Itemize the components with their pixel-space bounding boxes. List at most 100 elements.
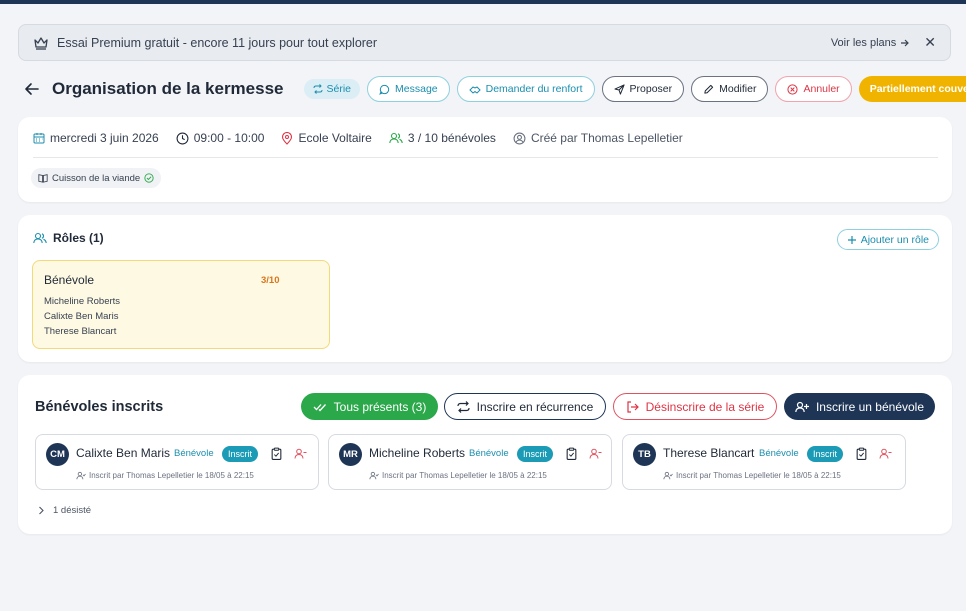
logout-icon xyxy=(627,400,639,413)
send-icon xyxy=(613,83,625,95)
volunteer-meta: Inscrit par Thomas Lepelletier le 18/05 … xyxy=(76,471,254,480)
task-chip[interactable]: Cuisson de la viande xyxy=(31,168,162,188)
task-chip-label: Cuisson de la viande xyxy=(52,172,141,184)
check-circle-icon xyxy=(144,173,154,183)
avatar: CM xyxy=(46,443,69,466)
registered-volunteers-card: Bénévoles inscrits Tous présents (3) Ins… xyxy=(18,375,952,534)
calendar-icon xyxy=(33,133,45,144)
role-member: Calixte Ben Maris xyxy=(44,311,119,322)
request-reinforcement-button[interactable]: Demander du renfort xyxy=(456,76,595,102)
cancel-label: Annuler xyxy=(803,83,840,95)
banner-close-button[interactable]: ✕ xyxy=(924,34,936,51)
info-divider xyxy=(33,157,938,158)
roles-heading: Rôles (1) xyxy=(33,231,104,245)
add-role-label: Ajouter un rôle xyxy=(860,233,929,246)
role-card-benevole[interactable]: Bénévole 3/10 Micheline Roberts Calixte … xyxy=(32,260,330,349)
chevron-right-icon xyxy=(39,506,44,515)
avatar: TB xyxy=(633,443,656,466)
propose-label: Proposer xyxy=(629,83,673,95)
unregister-series-label: Désinscrire de la série xyxy=(645,399,765,414)
volunteer-role: Bénévole xyxy=(759,448,799,459)
remove-user-icon[interactable] xyxy=(294,447,307,460)
volunteer-meta-text: Inscrit par Thomas Lepelletier le 18/05 … xyxy=(89,471,254,480)
propose-button[interactable]: Proposer xyxy=(601,76,685,102)
add-role-button[interactable]: Ajouter un rôle xyxy=(836,229,939,250)
users-icon xyxy=(389,132,403,144)
volunteer-meta-text: Inscrit par Thomas Lepelletier le 18/05 … xyxy=(382,471,547,480)
message-button[interactable]: Message xyxy=(367,76,450,102)
register-volunteer-button[interactable]: Inscrire un bénévole xyxy=(784,393,935,420)
role-count: 3/10 xyxy=(261,275,280,286)
status-badge: Inscrit xyxy=(807,446,844,462)
remove-user-icon[interactable] xyxy=(589,447,602,460)
volunteer-meta-text: Inscrit par Thomas Lepelletier le 18/05 … xyxy=(676,471,841,480)
unregister-series-button[interactable]: Désinscrire de la série xyxy=(613,393,777,420)
cancel-button[interactable]: Annuler xyxy=(775,76,852,102)
handshake-icon xyxy=(468,85,481,94)
clipboard-icon[interactable] xyxy=(565,447,578,460)
chat-bubble-icon xyxy=(379,84,390,95)
page-title: Organisation de la kermesse xyxy=(52,79,284,98)
double-check-icon xyxy=(313,403,326,411)
volunteer-name: Micheline Roberts xyxy=(369,446,466,460)
role-member: Micheline Roberts xyxy=(44,296,121,307)
event-location: Ecole Voltaire xyxy=(281,131,372,145)
map-pin-icon xyxy=(282,131,293,145)
reinforcement-label: Demander du renfort xyxy=(485,83,583,95)
user-check-icon xyxy=(663,471,673,480)
register-recurrence-label: Inscrire en récurrence xyxy=(476,399,594,414)
plus-icon xyxy=(847,235,856,244)
crown-icon xyxy=(34,36,48,50)
user-circle-icon xyxy=(513,132,526,144)
event-date-text: mercredi 3 juin 2026 xyxy=(50,131,159,145)
view-plans-label: Voir les plans xyxy=(830,36,897,49)
volunteer-meta: Inscrit par Thomas Lepelletier le 18/05 … xyxy=(369,471,547,480)
event-creator: Créé par Thomas Lepelletier xyxy=(513,131,683,145)
registered-volunteers-title: Bénévoles inscrits xyxy=(35,399,164,415)
role-member: Therese Blancart xyxy=(44,326,117,337)
top-accent-bar xyxy=(0,0,966,4)
clipboard-icon[interactable] xyxy=(855,447,868,460)
event-date: mercredi 3 juin 2026 xyxy=(33,131,159,145)
avatar: MR xyxy=(339,443,362,466)
event-volunteer-count-text: 3 / 10 bénévoles xyxy=(407,131,496,145)
user-plus-icon xyxy=(795,401,809,412)
coverage-status-badge: Partiellement couvert xyxy=(858,76,966,102)
status-badge: Inscrit xyxy=(517,446,554,462)
all-present-button[interactable]: Tous présents (3) xyxy=(301,393,438,420)
register-volunteer-label: Inscrire un bénévole xyxy=(815,399,925,414)
withdrawn-toggle[interactable]: 1 désisté xyxy=(38,505,91,516)
register-recurrence-button[interactable]: Inscrire en récurrence xyxy=(444,393,606,420)
volunteer-name: Therese Blancart xyxy=(663,446,755,460)
banner-text: Essai Premium gratuit - encore 11 jours … xyxy=(57,35,378,50)
event-creator-text: Créé par Thomas Lepelletier xyxy=(530,131,683,145)
arrow-right-icon xyxy=(901,39,910,46)
clock-icon xyxy=(176,132,189,144)
book-icon xyxy=(38,174,48,183)
arrow-left-icon xyxy=(25,83,39,95)
view-plans-link[interactable]: Voir les plans xyxy=(831,37,910,49)
clipboard-icon[interactable] xyxy=(270,447,283,460)
volunteer-name: Calixte Ben Maris xyxy=(76,446,171,460)
edit-button[interactable]: Modifier xyxy=(691,76,769,102)
cancel-circle-icon xyxy=(787,83,799,95)
repeat-icon xyxy=(313,84,322,94)
premium-trial-banner: Essai Premium gratuit - encore 11 jours … xyxy=(18,24,951,61)
users-icon xyxy=(33,232,47,244)
serie-label: Série xyxy=(326,83,352,95)
edit-label: Modifier xyxy=(719,83,757,95)
event-time-text: 09:00 - 10:00 xyxy=(193,131,265,145)
role-name: Bénévole xyxy=(44,273,95,287)
event-time: 09:00 - 10:00 xyxy=(176,131,265,145)
remove-user-icon[interactable] xyxy=(879,447,892,460)
pencil-icon xyxy=(704,84,714,94)
serie-tag: Série xyxy=(303,79,361,99)
user-check-icon xyxy=(76,471,86,480)
roles-title: Rôles (1) xyxy=(53,231,104,245)
event-header: Organisation de la kermesse Série Messag… xyxy=(18,76,966,102)
roles-card: Rôles (1) Ajouter un rôle Bénévole 3/10 … xyxy=(18,215,952,362)
back-button[interactable] xyxy=(24,78,40,100)
event-volunteer-count: 3 / 10 bénévoles xyxy=(389,131,496,145)
event-info-card: mercredi 3 juin 2026 09:00 - 10:00 Ecole… xyxy=(18,117,952,202)
event-details-row: mercredi 3 juin 2026 09:00 - 10:00 Ecole… xyxy=(33,131,700,145)
